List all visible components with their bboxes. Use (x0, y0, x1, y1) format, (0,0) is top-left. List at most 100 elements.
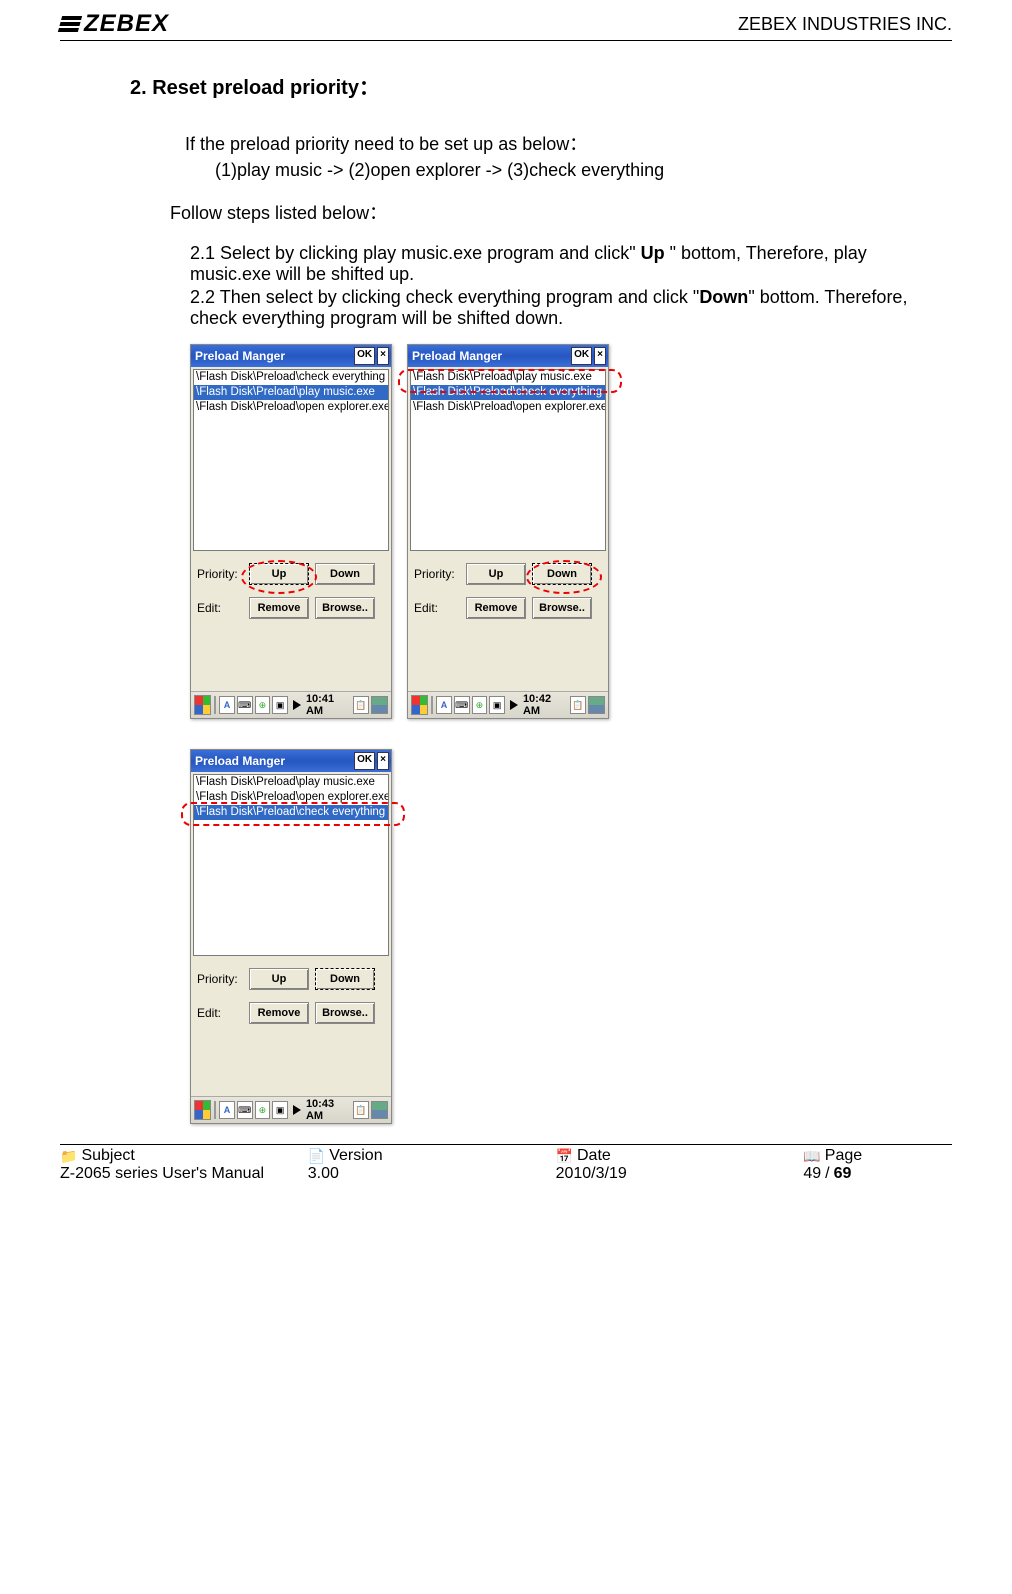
keyboard-icon[interactable]: ⌨ (237, 696, 253, 714)
calendar-icon: 📅 (556, 1148, 573, 1165)
calendar-icon[interactable]: 📋 (570, 696, 586, 714)
screenshot-3: Preload Manger OK × \Flash Disk\Preload\… (190, 749, 392, 1124)
taskbar: A ⌨ ⊕ ▣ 10:43 AM 📋 (191, 1096, 391, 1123)
calendar-icon[interactable]: 📋 (353, 696, 369, 714)
priority-label: Priority: (197, 567, 249, 581)
window-title: Preload Manger (191, 754, 354, 768)
desktop-icon[interactable] (371, 696, 388, 714)
list-item[interactable]: \Flash Disk\Preload\play music.exe (194, 775, 388, 790)
preload-listbox[interactable]: \Flash Disk\Preload\play music.exe \Flas… (193, 774, 389, 956)
calendar-icon[interactable]: 📋 (353, 1101, 369, 1119)
close-button[interactable]: × (377, 347, 389, 365)
screenshot-row-1: Preload Manger OK × \Flash Disk\Preload\… (190, 344, 952, 719)
footer-page-label: 📖 Page (803, 1147, 952, 1165)
screenshot-2: Preload Manger OK × \Flash Disk\Preload\… (407, 344, 609, 719)
browse-button[interactable]: Browse.. (532, 597, 592, 619)
list-item[interactable]: \Flash Disk\Preload\open explorer.exe (411, 400, 605, 415)
remove-button[interactable]: Remove (249, 597, 309, 619)
priority-example: (1)play music -> (2)open explorer -> (3)… (215, 160, 952, 181)
footer-date-label: 📅 Date (556, 1147, 804, 1165)
preload-listbox[interactable]: \Flash Disk\Preload\play music.exe \Flas… (410, 369, 606, 551)
list-item[interactable]: \Flash Disk\Preload\open explorer.exe (194, 790, 388, 805)
priority-label: Priority: (414, 567, 466, 581)
clock: 10:42 AM (523, 693, 564, 717)
down-button[interactable]: Down (532, 563, 592, 585)
tray-icon[interactable]: ▣ (272, 1101, 288, 1119)
content-body: 2. Reset preload priority： If the preloa… (130, 71, 952, 1124)
start-icon[interactable] (194, 1100, 211, 1120)
network-icon[interactable]: ⊕ (472, 696, 488, 714)
close-button[interactable]: × (377, 752, 389, 770)
start-icon[interactable] (194, 695, 211, 715)
taskbar: A ⌨ ⊕ ▣ 10:42 AM 📋 (408, 691, 608, 718)
footer-version-label: 📄 Version (308, 1147, 556, 1165)
window-title: Preload Manger (191, 349, 354, 363)
titlebar: Preload Manger OK × (191, 345, 391, 367)
edit-label: Edit: (414, 601, 466, 615)
titlebar: Preload Manger OK × (191, 750, 391, 772)
keyboard-icon[interactable]: ⌨ (237, 1101, 253, 1119)
intro-line: If the preload priority need to be set u… (185, 130, 952, 156)
keyboard-icon[interactable]: ⌨ (454, 696, 470, 714)
preload-listbox[interactable]: \Flash Disk\Preload\check everything \Fl… (193, 369, 389, 551)
list-item[interactable]: \Flash Disk\Preload\check everything (411, 385, 605, 400)
desktop-icon[interactable] (588, 696, 605, 714)
down-button[interactable]: Down (315, 563, 375, 585)
ok-button[interactable]: OK (571, 347, 592, 365)
footer-subject-value: Z-2065 series User's Manual (60, 1165, 308, 1183)
list-item[interactable]: \Flash Disk\Preload\check everything (194, 370, 388, 385)
logo: ZEBEX (60, 10, 169, 38)
controls-panel: Priority: Up Down Edit: Remove Browse.. (191, 958, 391, 1096)
network-icon[interactable]: ⊕ (255, 1101, 271, 1119)
folder-icon: 📁 (60, 1148, 77, 1165)
screenshot-1: Preload Manger OK × \Flash Disk\Preload\… (190, 344, 392, 719)
section-title: 2. Reset preload priority： (130, 71, 952, 100)
list-item[interactable]: \Flash Disk\Preload\play music.exe (411, 370, 605, 385)
ok-button[interactable]: OK (354, 752, 375, 770)
list-item[interactable]: \Flash Disk\Preload\check everything (194, 805, 388, 820)
separator-icon (214, 1101, 216, 1119)
tray-icon[interactable]: ▣ (489, 696, 505, 714)
priority-label: Priority: (197, 972, 249, 986)
tray-icon[interactable]: ▣ (272, 696, 288, 714)
taskbar: A ⌨ ⊕ ▣ 10:41 AM 📋 (191, 691, 391, 718)
footer-page-value: 49 / 69 (803, 1165, 952, 1183)
remove-button[interactable]: Remove (466, 597, 526, 619)
follow-line: Follow steps listed below： (170, 199, 952, 225)
desktop-icon[interactable] (371, 1101, 388, 1119)
list-item[interactable]: \Flash Disk\Preload\open explorer.exe (194, 400, 388, 415)
ime-icon[interactable]: A (436, 696, 452, 714)
separator-icon (431, 696, 433, 714)
browse-button[interactable]: Browse.. (315, 597, 375, 619)
footer-subject-label: 📁 Subject (60, 1147, 308, 1165)
arrow-icon (293, 700, 301, 710)
ime-icon[interactable]: A (219, 1101, 235, 1119)
controls-panel: Priority: Up Down Edit: Remove Browse.. (191, 553, 391, 691)
arrow-icon (510, 700, 518, 710)
screenshot-row-2: Preload Manger OK × \Flash Disk\Preload\… (190, 749, 952, 1124)
clock: 10:43 AM (306, 1098, 347, 1122)
down-button[interactable]: Down (315, 968, 375, 990)
logo-stripes-icon (58, 16, 82, 32)
separator-icon (214, 696, 216, 714)
browse-button[interactable]: Browse.. (315, 1002, 375, 1024)
book-icon: 📖 (803, 1148, 820, 1165)
company-name: ZEBEX INDUSTRIES INC. (738, 14, 952, 35)
step-2-2: 2.2 Then select by clicking check everyt… (190, 287, 952, 329)
ok-button[interactable]: OK (354, 347, 375, 365)
up-button[interactable]: Up (249, 563, 309, 585)
up-button[interactable]: Up (466, 563, 526, 585)
ime-icon[interactable]: A (219, 696, 235, 714)
up-button[interactable]: Up (249, 968, 309, 990)
close-button[interactable]: × (594, 347, 606, 365)
arrow-icon (293, 1105, 301, 1115)
doc-icon: 📄 (308, 1148, 325, 1165)
list-item[interactable]: \Flash Disk\Preload\play music.exe (194, 385, 388, 400)
controls-panel: Priority: Up Down Edit: Remove Browse.. (408, 553, 608, 691)
network-icon[interactable]: ⊕ (255, 696, 271, 714)
start-icon[interactable] (411, 695, 428, 715)
titlebar: Preload Manger OK × (408, 345, 608, 367)
remove-button[interactable]: Remove (249, 1002, 309, 1024)
page-footer: 📁 Subject 📄 Version 📅 Date 📖 Page Z-2065… (60, 1144, 952, 1183)
clock: 10:41 AM (306, 693, 347, 717)
